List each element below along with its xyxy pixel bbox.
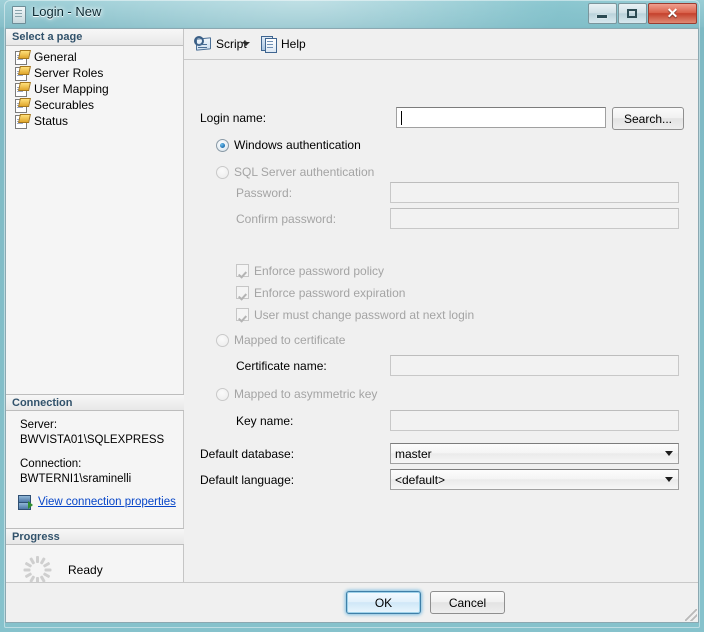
mapped-to-certificate-label[interactable]: Mapped to certificate [234,333,345,347]
chevron-down-icon[interactable] [660,445,677,462]
close-button[interactable]: ✕ [648,3,697,24]
resize-grip[interactable] [685,609,697,621]
window-icon [12,6,26,24]
login-name-label: Login name: [200,111,267,125]
connection-section-header: Connection [6,394,184,411]
server-connection-icon [18,495,33,510]
view-connection-properties-link[interactable]: View connection properties [38,496,176,508]
password-label: Password: [236,186,293,200]
title-bar[interactable]: Login - New ✕ [0,0,704,28]
sidebar-item-label: Status [34,114,69,128]
sql-server-authentication-radio[interactable] [216,166,229,179]
select-page-pane: Select a page General Server Roles User … [6,29,184,622]
user-must-change-password-label[interactable]: User must change password at next login [254,308,474,322]
sidebar-item-label: Securables [34,98,95,112]
page-script-icon [15,114,31,129]
select-a-page-header: Select a page [6,29,183,46]
mapped-to-asymmetric-key-label[interactable]: Mapped to asymmetric key [234,387,377,401]
window-controls: ✕ [588,3,697,24]
minimize-button[interactable] [588,3,617,24]
sidebar-item-label: User Mapping [34,82,109,96]
enforce-password-policy-label[interactable]: Enforce password policy [254,264,384,278]
script-scroll-icon [194,36,211,51]
page-script-icon [15,98,31,113]
general-page-pane: Script Help Login name: Search... Window… [184,29,698,622]
certificate-name-label: Certificate name: [236,359,327,373]
page-script-icon [15,50,31,65]
help-button[interactable]: Help [261,36,306,53]
maximize-button[interactable] [618,3,647,24]
page-list: General Server Roles User Mapping Secura… [6,46,183,129]
page-toolbar: Script Help [184,29,698,60]
connection-label: Connection: [20,458,82,470]
enforce-password-expiration-label[interactable]: Enforce password expiration [254,286,405,300]
connection-value: BWTERNI1\sraminelli [20,473,132,485]
default-language-label: Default language: [200,473,295,487]
minimize-icon [597,15,607,18]
help-book-icon [261,36,277,53]
password-input[interactable] [390,182,679,203]
view-connection-properties-row[interactable]: View connection properties [18,495,176,510]
windows-authentication-label[interactable]: Windows authentication [234,138,361,152]
server-label: Server: [20,419,58,431]
window-title: Login - New [32,4,102,19]
default-database-select[interactable]: master [390,443,679,464]
confirm-password-input[interactable] [390,208,679,229]
login-new-dialog: Login - New ✕ Select a page General Serv… [0,0,704,632]
mapped-to-certificate-radio[interactable] [216,334,229,347]
sidebar-item-user-mapping[interactable]: User Mapping [6,81,183,97]
windows-authentication-radio[interactable] [216,139,229,152]
chevron-down-icon[interactable] [242,42,250,46]
enforce-password-expiration-checkbox[interactable] [236,286,249,299]
connection-details: Server: BWVISTA01\SQLEXPRESS Connection:… [20,418,164,487]
page-script-icon [15,66,31,81]
progress-status-text: Ready [68,563,103,577]
dialog-footer: OK Cancel [6,582,698,622]
default-language-value: <default> [395,472,446,487]
server-value: BWVISTA01\SQLEXPRESS [20,434,165,446]
page-script-icon [15,82,31,97]
sidebar-item-label: General [34,50,77,64]
confirm-password-label: Confirm password: [236,212,337,226]
certificate-name-input[interactable] [390,355,679,376]
default-database-label: Default database: [200,447,295,461]
mapped-to-asymmetric-key-radio[interactable] [216,388,229,401]
cancel-button-label: Cancel [448,595,487,610]
sidebar-item-general[interactable]: General [6,49,183,65]
sql-server-authentication-label[interactable]: SQL Server authentication [234,165,374,179]
login-name-input[interactable] [396,107,606,128]
key-name-label: Key name: [236,414,294,428]
cancel-button[interactable]: Cancel [430,591,505,614]
dialog-client-area: Select a page General Server Roles User … [5,28,699,623]
ok-button-label: OK [374,595,393,610]
key-name-input[interactable] [390,410,679,431]
progress-section-header: Progress [6,528,184,545]
help-button-label: Help [281,36,306,51]
default-database-value: master [395,446,432,461]
search-button[interactable]: Search... [612,107,684,130]
sidebar-item-server-roles[interactable]: Server Roles [6,65,183,81]
sidebar-item-label: Server Roles [34,66,104,80]
search-button-label: Search... [623,111,673,126]
chevron-down-icon[interactable] [660,471,677,488]
text-caret [401,111,402,125]
maximize-icon [627,9,637,18]
sidebar-item-status[interactable]: Status [6,113,183,129]
enforce-password-policy-checkbox[interactable] [236,264,249,277]
script-button[interactable]: Script [194,36,247,51]
user-must-change-password-checkbox[interactable] [236,308,249,321]
ok-button[interactable]: OK [346,591,421,614]
sidebar-item-securables[interactable]: Securables [6,97,183,113]
default-language-select[interactable]: <default> [390,469,679,490]
close-icon: ✕ [666,5,679,21]
